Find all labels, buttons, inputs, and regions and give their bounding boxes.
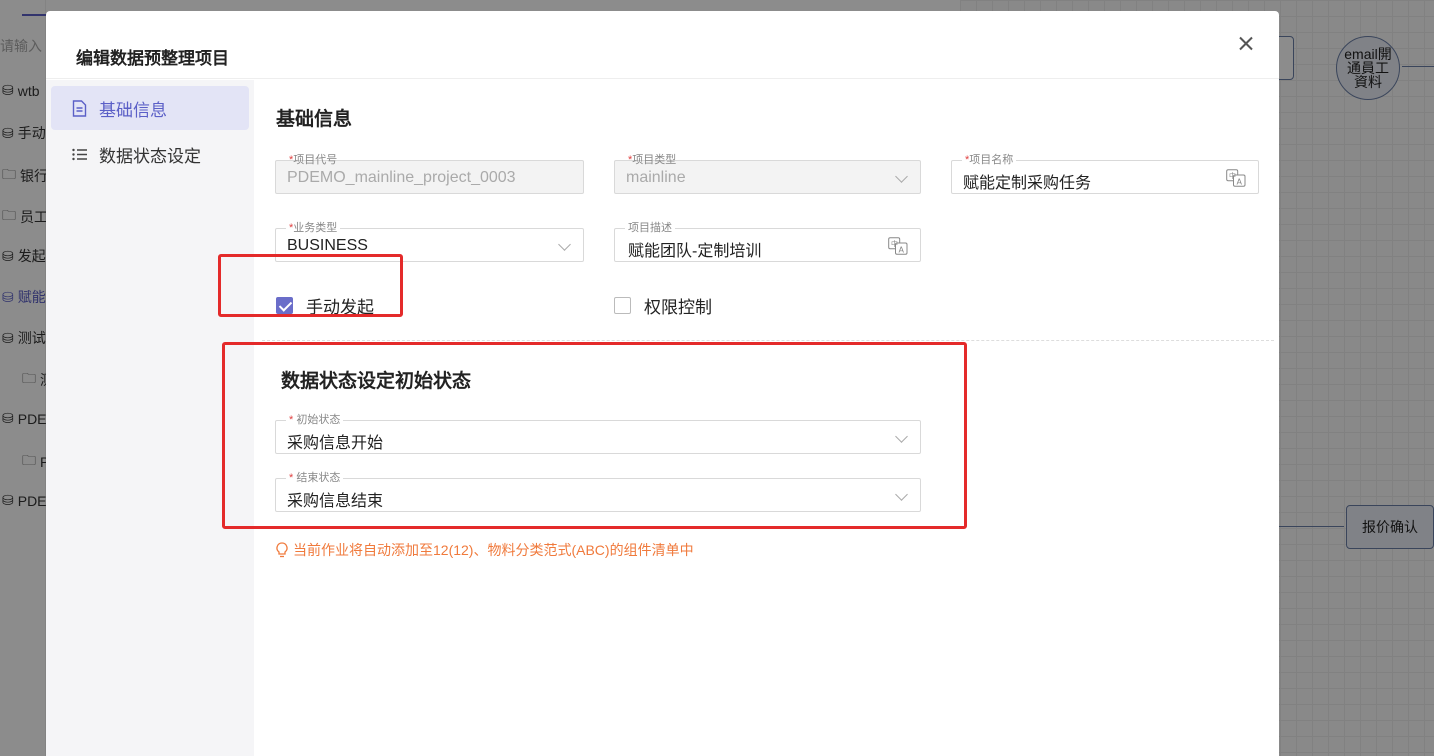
dialog-title: 编辑数据预整理项目 — [76, 49, 229, 68]
nav-item-basic-info[interactable]: 基础信息 — [51, 86, 249, 130]
field-value: PDEMO_mainline_project_0003 — [287, 169, 516, 186]
nav-item-data-status[interactable]: 数据状态设定 — [51, 132, 249, 176]
permission-control-checkbox[interactable]: 权限控制 — [614, 293, 712, 318]
checkbox-unchecked[interactable] — [614, 297, 631, 314]
checkbox-checked[interactable] — [276, 297, 293, 314]
checkbox-label: 权限控制 — [644, 298, 712, 317]
initial-state-select[interactable]: * 初始状态 采购信息开始 — [275, 413, 921, 454]
section-title-status: 数据状态设定初始状态 — [281, 371, 472, 392]
field-value: 赋能团队-定制培训 — [628, 243, 762, 260]
field-label: 项目类型 — [632, 154, 677, 166]
dialog-side-nav: 基础信息 数据状态设定 — [46, 80, 254, 756]
field-label: 项目代号 — [293, 154, 338, 166]
dialog-header: 编辑数据预整理项目 — [46, 11, 1279, 79]
field-label: 结束状态 — [296, 472, 341, 484]
nav-item-label: 数据状态设定 — [99, 146, 201, 166]
translate-icon[interactable]: 中A — [888, 237, 908, 255]
section-title-basic: 基础信息 — [276, 109, 353, 130]
manual-start-checkbox[interactable]: 手动发起 — [276, 293, 374, 318]
field-label: 项目描述 — [628, 222, 672, 234]
end-state-select[interactable]: * 结束状态 采购信息结束 — [275, 471, 921, 512]
close-icon[interactable] — [1235, 33, 1257, 55]
chevron-down-icon — [895, 170, 908, 183]
chevron-down-icon — [558, 238, 571, 251]
section-divider — [262, 340, 1274, 341]
field-label: 初始状态 — [296, 414, 341, 426]
hint-message: 当前作业将自动添加至12(12)、物料分类范式(ABC)的组件清单中 — [276, 540, 694, 560]
dialog-content: 基础信息 *项目代号 PDEMO_mainline_project_0003 *… — [254, 80, 1279, 756]
field-value: 赋能定制采购任务 — [963, 175, 1092, 192]
list-icon — [71, 145, 87, 163]
document-icon — [71, 99, 87, 117]
edit-project-dialog: 编辑数据预整理项目 基础信息 数据状态设定 基础信息 *项目代号 PDEMO_m… — [46, 11, 1279, 756]
field-value: 采购信息开始 — [287, 435, 384, 452]
hint-text: 当前作业将自动添加至12(12)、物料分类范式(ABC)的组件清单中 — [293, 542, 694, 558]
project-type-select: *项目类型 mainline — [614, 154, 921, 194]
field-value: 采购信息结束 — [287, 493, 384, 510]
svg-text:中: 中 — [1229, 171, 1236, 180]
svg-text:A: A — [1237, 178, 1243, 187]
field-value: mainline — [626, 169, 686, 186]
field-label: 项目名称 — [969, 154, 1014, 166]
checkbox-label: 手动发起 — [306, 298, 374, 317]
svg-text:中: 中 — [891, 239, 898, 248]
nav-item-label: 基础信息 — [99, 100, 167, 120]
field-label: 业务类型 — [293, 222, 338, 234]
project-code-field: *项目代号 PDEMO_mainline_project_0003 — [275, 154, 584, 194]
chevron-down-icon — [895, 430, 908, 443]
translate-icon[interactable]: 中A — [1226, 169, 1246, 187]
svg-text:A: A — [899, 246, 905, 255]
chevron-down-icon — [895, 488, 908, 501]
business-type-select[interactable]: *业务类型 BUSINESS — [275, 221, 584, 262]
project-name-field[interactable]: *项目名称 赋能定制采购任务 中A — [951, 153, 1259, 194]
lightbulb-icon — [276, 542, 288, 558]
field-value: BUSINESS — [287, 237, 368, 254]
project-description-field[interactable]: 项目描述 赋能团队-定制培训 中A — [614, 221, 921, 262]
